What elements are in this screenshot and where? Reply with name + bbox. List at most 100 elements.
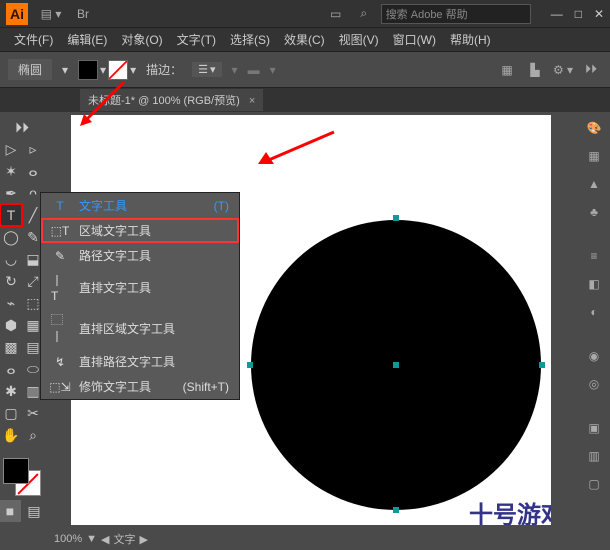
type-tool[interactable]: T bbox=[0, 204, 22, 226]
tab-close[interactable]: × bbox=[249, 95, 255, 107]
flyout-label: 直排区域文字工具 bbox=[79, 320, 175, 337]
zoom-level[interactable]: 100% bbox=[54, 533, 82, 545]
shaper-tool[interactable]: ◡ bbox=[0, 248, 22, 270]
flyout-area-type-tool[interactable]: ⬚T 区域文字工具 bbox=[41, 218, 239, 243]
transparency-panel-icon[interactable]: ◐ bbox=[582, 300, 606, 324]
anchor-right[interactable] bbox=[539, 362, 545, 368]
shape-builder-tool[interactable]: ⬢ bbox=[0, 314, 22, 336]
perspective-icon[interactable]: ▙ bbox=[524, 59, 546, 81]
panel-dock: 🎨 ▦ ▲ ♣ ≡ ◧ ◐ ◉ ◎ ▣ ▥ ▢ bbox=[578, 112, 610, 528]
gradient-mode[interactable]: ▤ bbox=[23, 500, 45, 522]
menu-view[interactable]: 视图(V) bbox=[333, 29, 385, 50]
anchor-top[interactable] bbox=[393, 215, 399, 221]
flyout-label: 区域文字工具 bbox=[79, 222, 151, 239]
flyout-shortcut: (T) bbox=[214, 199, 229, 213]
swatches-panel-icon[interactable]: ▦ bbox=[582, 144, 606, 168]
ellipse-tool[interactable]: ◯ bbox=[0, 226, 22, 248]
direct-selection-tool[interactable]: ▹ bbox=[22, 138, 44, 160]
brushes-panel-icon[interactable]: ▲ bbox=[582, 172, 606, 196]
stroke-panel-icon[interactable]: ≡ bbox=[582, 244, 606, 268]
slice-tool[interactable]: ✂ bbox=[22, 402, 44, 424]
tool-name-label: 椭圆 bbox=[8, 59, 52, 80]
tab-manager-icon[interactable]: ▤ ▾ bbox=[40, 3, 62, 25]
artboard-tool[interactable]: ▢ bbox=[0, 402, 22, 424]
flyout-shortcut: (Shift+T) bbox=[183, 380, 229, 394]
flyout-path-type-tool[interactable]: ✎ 路径文字工具 bbox=[41, 243, 239, 268]
asset-export-panel-icon[interactable]: ▥ bbox=[582, 444, 606, 468]
search-input[interactable]: 搜索 Adobe 帮助 bbox=[381, 4, 531, 24]
menu-help[interactable]: 帮助(H) bbox=[444, 29, 497, 50]
menu-type[interactable]: 文字(T) bbox=[171, 29, 222, 50]
nav-prev[interactable]: ◀ bbox=[101, 533, 109, 546]
menu-file[interactable]: 文件(F) bbox=[8, 29, 59, 50]
control-dropdown[interactable]: ▾ bbox=[62, 63, 68, 77]
bridge-icon[interactable]: Br bbox=[72, 3, 94, 25]
lasso-tool[interactable]: ⴰ bbox=[22, 160, 44, 182]
eyedropper-tool[interactable]: ⴰ bbox=[0, 358, 22, 380]
zoom-tool[interactable]: ⌕ bbox=[22, 424, 44, 446]
flyout-label: 直排文字工具 bbox=[79, 279, 151, 296]
menu-select[interactable]: 选择(S) bbox=[224, 29, 276, 50]
search-icon[interactable]: ⌕ bbox=[353, 3, 375, 25]
color-panel-icon[interactable]: 🎨 bbox=[582, 116, 606, 140]
fill-stroke-control[interactable] bbox=[3, 458, 41, 496]
selection-tool[interactable]: ▷ bbox=[0, 138, 22, 160]
mesh-tool[interactable]: ▩ bbox=[0, 336, 22, 358]
status-section[interactable]: 文字 bbox=[114, 531, 136, 547]
stroke-swatch[interactable] bbox=[108, 60, 128, 80]
menu-window[interactable]: 窗口(W) bbox=[387, 29, 442, 50]
zoom-dropdown[interactable]: ▼ bbox=[86, 533, 97, 545]
color-mode[interactable]: ■ bbox=[0, 500, 21, 522]
prefs-icon[interactable]: ⚙ ▾ bbox=[552, 59, 574, 81]
type-icon: T bbox=[51, 199, 69, 213]
flyout-label: 路径文字工具 bbox=[79, 247, 151, 264]
flyout-type-tool[interactable]: T 文字工具 (T) bbox=[41, 193, 239, 218]
menubar: 文件(F) 编辑(E) 对象(O) 文字(T) 选择(S) 效果(C) 视图(V… bbox=[0, 28, 610, 52]
magic-wand-tool[interactable]: ✶ bbox=[0, 160, 22, 182]
window-min[interactable]: — bbox=[551, 7, 563, 21]
flyout-vertical-type-tool[interactable]: 丨T 直排文字工具 bbox=[41, 268, 239, 307]
toolbar: ⏵⏵ ▷ ▹ ✶ ⴰ ✒ ᴖ T ╱ ◯ ✎ ◡ ⬓ ↻ ⤢ ⌁ bbox=[0, 112, 44, 528]
flyout-touch-type-tool[interactable]: ⬚⇲ 修饰文字工具 (Shift+T) bbox=[41, 374, 239, 399]
rotate-tool[interactable]: ↻ bbox=[0, 270, 22, 292]
layers-panel-icon[interactable]: ▣ bbox=[582, 416, 606, 440]
menu-object[interactable]: 对象(O) bbox=[115, 29, 168, 50]
flyout-label: 修饰文字工具 bbox=[79, 378, 151, 395]
hand-tool[interactable]: ✋ bbox=[0, 424, 22, 446]
menu-effect[interactable]: 效果(C) bbox=[278, 29, 331, 50]
gradient-panel-icon[interactable]: ◧ bbox=[582, 272, 606, 296]
pen-tool[interactable]: ✒ bbox=[0, 182, 22, 204]
flyout-vertical-path-type-tool[interactable]: ↯ 直排路径文字工具 bbox=[41, 349, 239, 374]
vertical-path-type-icon: ↯ bbox=[51, 355, 69, 369]
fill-dropdown[interactable]: ▾ bbox=[100, 63, 106, 77]
center-point[interactable] bbox=[393, 362, 399, 368]
stroke-weight-dropdown[interactable]: ☰▾ bbox=[192, 62, 221, 77]
window-close[interactable]: ✕ bbox=[594, 7, 604, 21]
document-tab[interactable]: 未标题-1* @ 100% (RGB/预览) × bbox=[80, 89, 263, 111]
menu-edit[interactable]: 编辑(E) bbox=[61, 29, 113, 50]
fill-swatch[interactable] bbox=[78, 60, 98, 80]
nav-next[interactable]: ▶ bbox=[140, 533, 148, 546]
stroke-label: 描边： bbox=[146, 61, 182, 78]
doc-setup-icon[interactable]: ▭ bbox=[325, 3, 347, 25]
anchor-bottom[interactable] bbox=[393, 507, 399, 513]
symbol-sprayer-tool[interactable]: ✱ bbox=[0, 380, 22, 402]
type-tool-flyout: T 文字工具 (T) ⬚T 区域文字工具 ✎ 路径文字工具 丨T 直排文字工具 … bbox=[40, 192, 240, 400]
appearance-panel-icon[interactable]: ◉ bbox=[582, 344, 606, 368]
flyout-vertical-area-type-tool[interactable]: ⬚丨 直排区域文字工具 bbox=[41, 307, 239, 349]
collapse-icon[interactable]: ⏵⏵ bbox=[580, 59, 602, 81]
control-bar: 椭圆 ▾ ▾ ▾ 描边： ☰▾ ▾ ▬ ▾ ▦ ▙ ⚙ ▾ ⏵⏵ bbox=[0, 52, 610, 88]
flyout-label: 文字工具 bbox=[79, 197, 127, 214]
align-modes-icon[interactable]: ▦ bbox=[496, 59, 518, 81]
artboards-panel-icon[interactable]: ▢ bbox=[582, 472, 606, 496]
fill-color[interactable] bbox=[3, 458, 29, 484]
graphic-styles-panel-icon[interactable]: ◎ bbox=[582, 372, 606, 396]
anchor-left[interactable] bbox=[247, 362, 253, 368]
width-tool[interactable]: ⌁ bbox=[0, 292, 22, 314]
collapse-toolbar[interactable]: ⏵⏵ bbox=[11, 116, 33, 138]
stroke-dropdown[interactable]: ▾ bbox=[130, 63, 136, 77]
path-type-icon: ✎ bbox=[51, 249, 69, 263]
area-type-icon: ⬚T bbox=[51, 224, 69, 238]
symbols-panel-icon[interactable]: ♣ bbox=[582, 200, 606, 224]
window-max[interactable]: □ bbox=[575, 7, 582, 21]
